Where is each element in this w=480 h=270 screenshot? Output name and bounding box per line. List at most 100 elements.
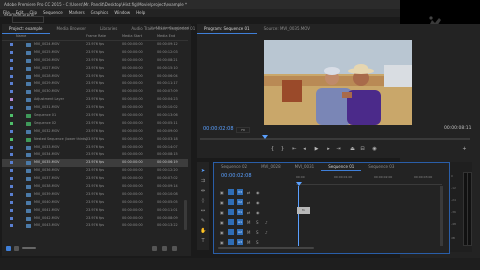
solo-icon[interactable]: S bbox=[256, 239, 259, 247]
solo-icon[interactable]: S bbox=[256, 229, 259, 237]
tab-sequence-03[interactable]: Sequence 03 bbox=[361, 163, 401, 171]
eye-icon[interactable]: ◉ bbox=[256, 189, 260, 197]
label-color-swatch[interactable] bbox=[10, 43, 13, 46]
go-to-out-icon[interactable]: ⇥ bbox=[336, 146, 341, 152]
track-label-v2[interactable]: V2 bbox=[237, 199, 243, 205]
project-item-row[interactable]: MVI_0025.MOV 23.976 fps 00:00:00:00 00:00:1… bbox=[2, 49, 188, 57]
program-playhead[interactable] bbox=[262, 135, 268, 139]
label-color-swatch[interactable] bbox=[10, 145, 13, 149]
ripple-edit-tool-icon[interactable]: ⇹ bbox=[200, 188, 206, 194]
project-item-row[interactable]: MVI_0033.MOV 23.976 fps 00:00:00:00 00:00:1… bbox=[2, 144, 188, 152]
step-back-icon[interactable]: ◂ bbox=[302, 146, 307, 152]
label-color-swatch[interactable] bbox=[10, 129, 13, 133]
project-item-row[interactable]: MVI_0042.MOV 23.976 fps 00:00:00:00 00:00:0… bbox=[2, 215, 188, 223]
export-frame-icon[interactable]: ◉ bbox=[372, 146, 377, 152]
project-item-row[interactable]: MVI_0030.MOV 23.976 fps 00:00:00:00 00:00:0… bbox=[2, 88, 188, 96]
timeline-horizontal-scrollbar[interactable] bbox=[218, 247, 314, 249]
hand-tool-icon[interactable]: ✋ bbox=[200, 228, 206, 234]
go-to-in-icon[interactable]: ⇤ bbox=[292, 146, 297, 152]
project-item-row[interactable]: MVI_0029.MOV 23.976 fps 00:00:00:00 00:00:1… bbox=[2, 80, 188, 88]
menu-graphics[interactable]: Graphics bbox=[88, 9, 112, 17]
column-media-start[interactable]: Media Start bbox=[122, 34, 142, 38]
project-item-row[interactable]: MVI_0036.MOV 23.976 fps 00:00:00:00 00:00:1… bbox=[2, 167, 188, 175]
project-item-row[interactable]: Adjustment Layer 23.976 fps 00:00:00:00 00:… bbox=[2, 96, 188, 104]
tab-project[interactable]: Project: example bbox=[2, 24, 50, 34]
time-ruler[interactable]: 00:00 00:00:01:00 00:00:02:00 00:00:03:0… bbox=[296, 174, 442, 185]
razor-tool-icon[interactable]: ◊ bbox=[200, 198, 206, 204]
track-label-a2[interactable]: A2 bbox=[237, 229, 243, 235]
track-label-v1[interactable]: V1 bbox=[237, 209, 243, 215]
mute-icon[interactable]: M bbox=[247, 229, 250, 237]
project-item-row[interactable]: MVI_0031.MOV 23.976 fps 00:00:00:00 00:00:1… bbox=[2, 104, 188, 112]
extract-icon[interactable]: ⊟ bbox=[360, 146, 365, 152]
lock-icon[interactable]: ▣ bbox=[220, 209, 224, 217]
menu-window[interactable]: Window bbox=[111, 9, 133, 17]
label-color-swatch[interactable] bbox=[10, 200, 13, 204]
label-color-swatch[interactable] bbox=[10, 98, 13, 102]
project-item-row[interactable]: MVI_0032.MOV 23.976 fps 00:00:00:00 00:00:0… bbox=[2, 128, 188, 136]
solo-icon[interactable]: S bbox=[256, 219, 259, 227]
lock-icon[interactable]: ▣ bbox=[220, 199, 224, 207]
program-scrub-bar[interactable] bbox=[200, 138, 470, 140]
icon-view-icon[interactable] bbox=[14, 246, 19, 251]
label-color-swatch[interactable] bbox=[10, 114, 13, 118]
lock-icon[interactable]: ▣ bbox=[220, 219, 224, 227]
label-color-swatch[interactable] bbox=[10, 137, 13, 141]
project-item-row[interactable]: MVI_0027.MOV 23.976 fps 00:00:00:00 00:00:1… bbox=[2, 65, 188, 73]
mark-in-icon[interactable]: { bbox=[270, 146, 275, 152]
label-color-swatch[interactable] bbox=[10, 216, 13, 220]
label-color-swatch[interactable] bbox=[10, 90, 13, 94]
add-button-icon[interactable]: + bbox=[462, 146, 467, 152]
timeline-playhead[interactable] bbox=[296, 182, 302, 186]
project-item-row[interactable]: MVI_0040.MOV 23.976 fps 00:00:00:00 00:00:0… bbox=[2, 199, 188, 207]
menu-markers[interactable]: Markers bbox=[66, 9, 88, 17]
label-color-swatch[interactable] bbox=[10, 185, 13, 189]
zoom-slider[interactable] bbox=[22, 247, 36, 249]
project-search-input[interactable] bbox=[12, 16, 44, 23]
label-color-swatch[interactable] bbox=[10, 208, 13, 212]
tab-source[interactable]: Source: MVI_0035.MOV bbox=[257, 24, 317, 34]
mic-icon[interactable]: ♪ bbox=[265, 229, 268, 237]
tab-mvi-0028[interactable]: MVI_0028 bbox=[254, 163, 288, 171]
program-current-timecode[interactable]: 00:00:02:08 bbox=[203, 126, 234, 132]
label-color-swatch[interactable] bbox=[10, 58, 13, 62]
tab-mvi-0031[interactable]: MVI_0031 bbox=[288, 163, 322, 171]
column-media-end[interactable]: Media End bbox=[157, 34, 175, 38]
column-name[interactable]: Name bbox=[16, 34, 26, 38]
track-label-a3[interactable]: A3 bbox=[237, 239, 243, 245]
new-bin-icon[interactable] bbox=[152, 246, 157, 251]
timeline-timecode[interactable]: 00:00:02:08 bbox=[221, 173, 252, 179]
track-label-a1[interactable]: A1 bbox=[237, 219, 243, 225]
label-color-swatch[interactable] bbox=[10, 161, 13, 165]
lock-icon[interactable]: ▣ bbox=[220, 189, 224, 197]
project-item-row[interactable]: MVI_0043.MOV 23.976 fps 00:00:00:00 00:00:1… bbox=[2, 222, 188, 230]
label-color-swatch[interactable] bbox=[10, 74, 13, 78]
label-color-swatch[interactable] bbox=[10, 121, 13, 125]
project-item-row[interactable]: MVI_0028.MOV 23.976 fps 00:00:00:00 00:00:0… bbox=[2, 73, 188, 81]
project-item-row[interactable]: MVI_0038.MOV 23.976 fps 00:00:00:00 00:00:0… bbox=[2, 183, 188, 191]
track-target-v2[interactable] bbox=[228, 199, 234, 205]
tab-media-browser[interactable]: Media Browser bbox=[50, 24, 94, 34]
track-target-a1[interactable] bbox=[228, 219, 234, 225]
label-color-swatch[interactable] bbox=[10, 82, 13, 86]
project-item-row[interactable]: Sequence 02 23.976 fps 00:00:00:00 00:00:05… bbox=[2, 120, 188, 128]
track-target-v1[interactable] bbox=[228, 209, 234, 215]
label-color-swatch[interactable] bbox=[10, 177, 13, 181]
sync-lock-icon[interactable]: ⇄ bbox=[247, 209, 250, 217]
tab-program[interactable]: Program: Sequence 01 bbox=[197, 24, 257, 34]
selection-tool-icon[interactable]: ➤ bbox=[200, 168, 206, 174]
track-select-tool-icon[interactable]: ⇉ bbox=[200, 178, 206, 184]
step-forward-icon[interactable]: ▸ bbox=[326, 146, 331, 152]
project-scrollbar[interactable] bbox=[184, 200, 187, 230]
tab-libraries[interactable]: Libraries bbox=[93, 24, 124, 34]
mute-icon[interactable]: M bbox=[247, 219, 250, 227]
timeline-clip[interactable]: fx bbox=[297, 207, 310, 214]
trash-icon[interactable] bbox=[172, 246, 177, 251]
type-tool-icon[interactable]: T bbox=[200, 238, 206, 244]
label-color-swatch[interactable] bbox=[10, 192, 13, 196]
lift-icon[interactable]: ⏏ bbox=[350, 146, 355, 152]
mark-out-icon[interactable]: } bbox=[280, 146, 285, 152]
label-color-swatch[interactable] bbox=[10, 66, 13, 70]
project-item-row[interactable]: MVI_0037.MOV 23.976 fps 00:00:00:00 00:00:0… bbox=[2, 175, 188, 183]
lock-icon[interactable]: ▣ bbox=[220, 229, 224, 237]
